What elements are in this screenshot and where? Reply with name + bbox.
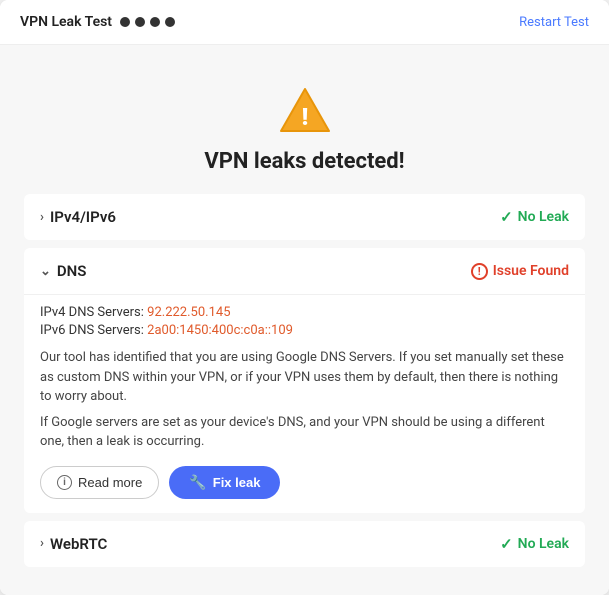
ipv6-dns-line: IPv6 DNS Servers: 2a00:1450:400c:c0a::10… [40,323,569,338]
dot-2 [135,17,145,27]
issue-icon: ! [471,263,488,280]
fix-leak-button[interactable]: 🔧 Fix leak [169,466,280,499]
action-buttons: i Read more 🔧 Fix leak [40,466,569,499]
ipv4-dns-line: IPv4 DNS Servers: 92.222.50.145 [40,305,569,320]
ipv4ipv6-status: ✓ No Leak [500,208,569,226]
dns-details: IPv4 DNS Servers: 92.222.50.145 IPv6 DNS… [24,294,585,513]
ipv6-dns-value: 2a00:1450:400c:c0a::109 [147,323,293,338]
chevron-down-icon: ⌄ [40,264,51,279]
vpn-leak-test-card: VPN Leak Test Restart Test ! VPN leaks d… [0,0,609,595]
card-header: VPN Leak Test Restart Test [0,0,609,45]
dns-header-row[interactable]: ⌄ DNS ! Issue Found [24,248,585,294]
app-title: VPN Leak Test [20,14,112,30]
chevron-right-icon-webrtc: › [40,536,44,551]
dns-section: ⌄ DNS ! Issue Found IPv4 DNS Servers: 92… [24,248,585,513]
info-icon: i [57,475,72,490]
warning-section: ! VPN leaks detected! [24,65,585,194]
dns-description-2: If Google servers are set as your device… [40,413,569,452]
progress-dots [120,17,175,27]
webrtc-status: ✓ No Leak [500,535,569,553]
svg-text:!: ! [301,103,308,131]
warning-icon: ! [279,85,331,137]
dns-status: ! Issue Found [471,263,569,280]
webrtc-section-row[interactable]: › WebRTC ✓ No Leak [24,521,585,567]
chevron-right-icon: › [40,210,44,225]
ipv4ipv6-label: › IPv4/IPv6 [40,208,116,226]
restart-test-link[interactable]: Restart Test [519,15,589,30]
check-icon: ✓ [500,208,513,226]
header-left: VPN Leak Test [20,14,175,30]
main-content: ! VPN leaks detected! › IPv4/IPv6 ✓ No L… [0,45,609,595]
ipv4ipv6-section-row[interactable]: › IPv4/IPv6 ✓ No Leak [24,194,585,240]
warning-title: VPN leaks detected! [204,149,404,174]
dns-description-1: Our tool has identified that you are usi… [40,348,569,407]
dns-label: ⌄ DNS [40,262,86,280]
dot-3 [150,17,160,27]
dot-1 [120,17,130,27]
read-more-button[interactable]: i Read more [40,466,159,499]
wrench-icon: 🔧 [189,474,206,491]
check-icon-webrtc: ✓ [500,535,513,553]
ipv4-dns-value: 92.222.50.145 [147,305,230,320]
dot-4 [165,17,175,27]
webrtc-label: › WebRTC [40,535,107,553]
